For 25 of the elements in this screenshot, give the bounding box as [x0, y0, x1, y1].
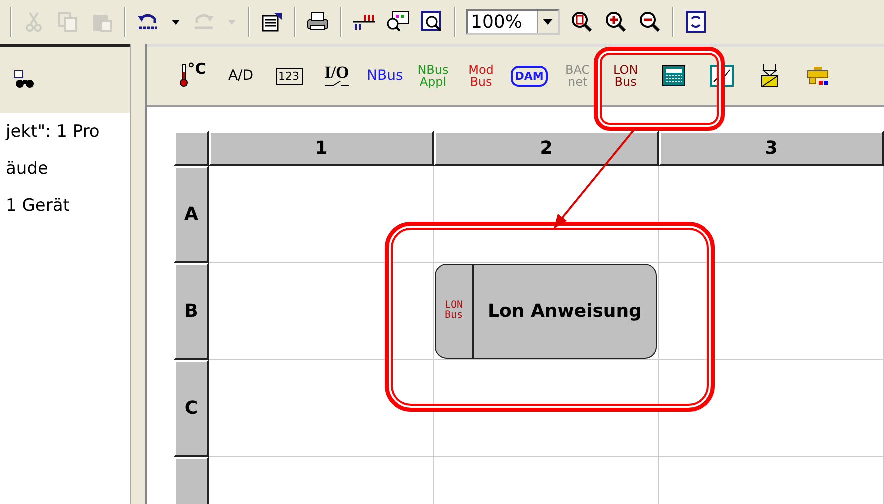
grid-cell[interactable] — [209, 166, 434, 263]
grid-cell[interactable] — [659, 263, 884, 360]
tool-button[interactable]: NBus — [367, 54, 404, 98]
splitter-bar[interactable] — [130, 44, 147, 504]
row-label: B — [184, 301, 198, 322]
caret-icon[interactable] — [543, 18, 553, 26]
refresh-icon[interactable] — [684, 8, 708, 36]
tool-button[interactable]: LON Bus — [608, 54, 644, 98]
block-label: Lon Anweisung — [487, 300, 643, 324]
zoom-dropdown[interactable]: 100% — [466, 9, 560, 35]
grid-cell[interactable] — [434, 360, 659, 457]
column-header: 3 — [659, 131, 884, 166]
row-label: A — [184, 204, 198, 225]
grid-cell[interactable] — [659, 360, 884, 457]
tree-item[interactable]: 1 Gerät — [0, 191, 130, 228]
tool-button[interactable]: Mod Bus — [463, 54, 500, 98]
tool-button[interactable]: A/D — [223, 54, 259, 98]
row-label: C — [184, 398, 198, 419]
grid-cell[interactable] — [209, 263, 434, 360]
grid-cell[interactable] — [659, 166, 884, 263]
tree-item[interactable]: jekt": 1 Pro — [0, 117, 130, 154]
column-header: 1 — [209, 131, 434, 166]
column-header: 2 — [434, 131, 659, 166]
tree-item[interactable]: äude — [0, 154, 130, 191]
grid-cell[interactable] — [209, 360, 434, 457]
